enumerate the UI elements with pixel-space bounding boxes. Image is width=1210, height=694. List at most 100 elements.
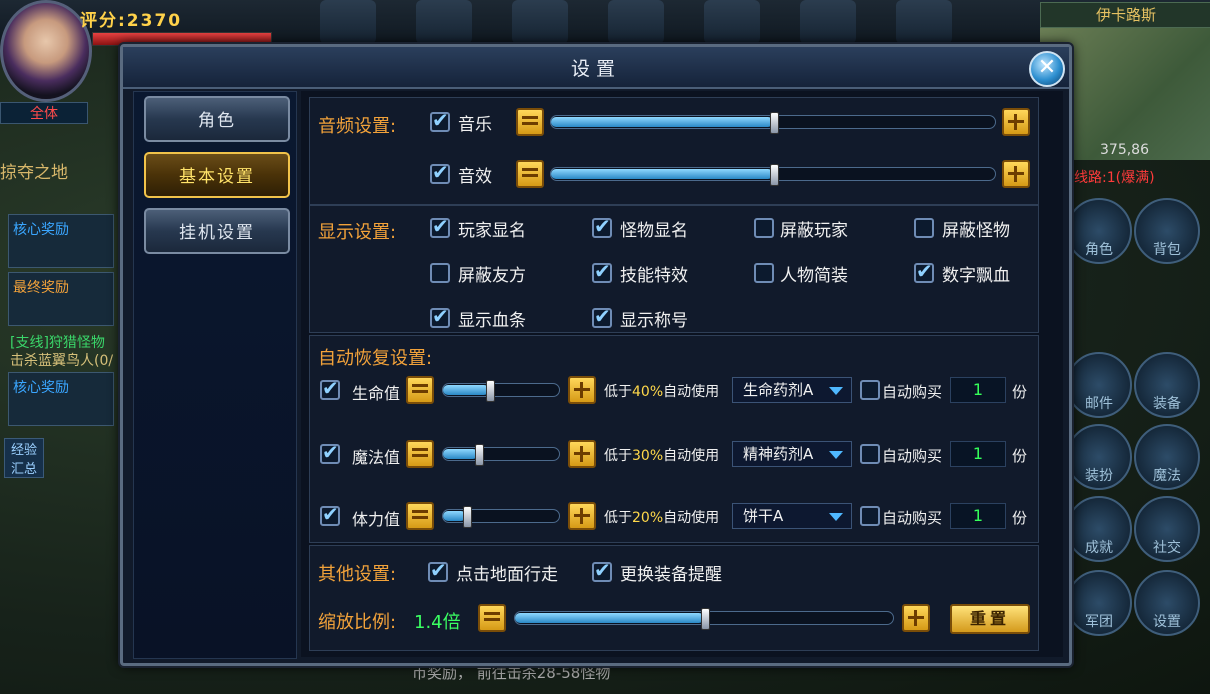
tab-character[interactable]: 角色 bbox=[144, 96, 290, 142]
side-button-social[interactable]: 社交 bbox=[1134, 496, 1200, 562]
stamina-threshold-decrease-button[interactable] bbox=[406, 502, 434, 530]
mp-buy-quantity-input[interactable]: 1 bbox=[950, 441, 1006, 467]
stamina-food-select[interactable]: 饼干A bbox=[732, 503, 852, 529]
music-checkbox[interactable] bbox=[430, 108, 450, 132]
audio-section-title: 音频设置: bbox=[318, 116, 397, 137]
side-button-magic[interactable]: 魔法 bbox=[1134, 424, 1200, 490]
skill-icon[interactable] bbox=[320, 0, 376, 44]
side-button-character[interactable]: 角色 bbox=[1066, 198, 1132, 264]
stamina-threshold-handle[interactable] bbox=[463, 506, 473, 528]
skill-effects-checkbox[interactable] bbox=[592, 259, 612, 283]
music-label: 音乐 bbox=[458, 115, 492, 135]
stamina-auto-buy-checkbox[interactable] bbox=[860, 506, 880, 526]
show-monster-names-checkbox[interactable] bbox=[592, 214, 612, 238]
server-line-status[interactable]: 线路:1(爆满) bbox=[1074, 167, 1155, 187]
skill-icon[interactable] bbox=[800, 0, 856, 44]
mp-threshold-slider[interactable] bbox=[442, 444, 560, 466]
hide-players-checkbox[interactable] bbox=[754, 218, 774, 238]
stamina-threshold-increase-button[interactable] bbox=[568, 502, 596, 530]
coordinate-readout: 375,86 bbox=[1100, 142, 1149, 158]
dialog-titlebar: 设置 ✕ bbox=[123, 47, 1069, 89]
show-title-checkbox[interactable] bbox=[592, 304, 612, 328]
player-avatar[interactable] bbox=[0, 0, 92, 102]
side-button-outfit[interactable]: 装扮 bbox=[1066, 424, 1132, 490]
music-volume-slider[interactable] bbox=[550, 112, 996, 134]
hp-recover-checkbox[interactable] bbox=[320, 376, 340, 400]
tab-basic-settings[interactable]: 基本设置 bbox=[144, 152, 290, 198]
hide-monsters-label: 屏蔽怪物 bbox=[942, 221, 1010, 241]
quest-reward-core[interactable]: 核心奖励 bbox=[8, 372, 114, 426]
settings-tab-panel: 角色 基本设置 挂机设置 bbox=[133, 91, 297, 659]
hp-threshold-fill bbox=[443, 385, 490, 395]
zoom-handle[interactable] bbox=[701, 608, 710, 630]
mp-threshold-increase-button[interactable] bbox=[568, 440, 596, 468]
hp-threshold-increase-button[interactable] bbox=[568, 376, 596, 404]
music-increase-button[interactable] bbox=[1002, 108, 1030, 136]
sfx-decrease-button[interactable] bbox=[516, 160, 544, 188]
map-name: 伊卡路斯 bbox=[1040, 2, 1210, 28]
side-button-equip[interactable]: 装备 bbox=[1134, 352, 1200, 418]
stamina-threshold-slider[interactable] bbox=[442, 506, 560, 528]
display-section: 显示设置: 玩家显名 怪物显名 屏蔽玩家 屏蔽怪物 屏蔽友方 技能特效 人物简装… bbox=[309, 205, 1039, 333]
exp-summary-badge[interactable]: 经验汇总 bbox=[4, 438, 44, 478]
stamina-buy-quantity-input[interactable]: 1 bbox=[950, 503, 1006, 529]
side-button-achievement[interactable]: 成就 bbox=[1066, 496, 1132, 562]
show-player-names-label: 玩家显名 bbox=[458, 221, 526, 241]
quest-reward-core[interactable]: 核心奖励 bbox=[8, 214, 114, 268]
click-to-walk-label: 点击地面行走 bbox=[456, 565, 558, 585]
damage-numbers-checkbox[interactable] bbox=[914, 259, 934, 283]
equip-reminder-checkbox[interactable] bbox=[592, 558, 612, 582]
skill-icon[interactable] bbox=[704, 0, 760, 44]
music-decrease-button[interactable] bbox=[516, 108, 544, 136]
show-hp-bar-label: 显示血条 bbox=[458, 311, 526, 331]
sfx-checkbox[interactable] bbox=[430, 160, 450, 184]
zoom-increase-button[interactable] bbox=[902, 604, 930, 632]
side-button-settings[interactable]: 设置 bbox=[1134, 570, 1200, 636]
show-player-names-checkbox[interactable] bbox=[430, 214, 450, 238]
mp-potion-select[interactable]: 精神药剂A bbox=[732, 441, 852, 467]
sfx-increase-button[interactable] bbox=[1002, 160, 1030, 188]
hp-potion-select[interactable]: 生命药剂A bbox=[732, 377, 852, 403]
skill-icon[interactable] bbox=[608, 0, 664, 44]
close-icon[interactable]: ✕ bbox=[1029, 51, 1065, 87]
mp-threshold-handle[interactable] bbox=[474, 444, 484, 466]
side-button-bag[interactable]: 背包 bbox=[1134, 198, 1200, 264]
quest-reward-final[interactable]: 最终奖励 bbox=[8, 272, 114, 326]
zoom-slider[interactable] bbox=[514, 608, 894, 630]
tab-auto-settings[interactable]: 挂机设置 bbox=[144, 208, 290, 254]
skill-icon[interactable] bbox=[512, 0, 568, 44]
sfx-volume-slider[interactable] bbox=[550, 164, 996, 186]
hp-buy-quantity-input[interactable]: 1 bbox=[950, 377, 1006, 403]
reset-button[interactable]: 重置 bbox=[950, 604, 1030, 634]
stamina-recover-checkbox[interactable] bbox=[320, 502, 340, 526]
zoom-decrease-button[interactable] bbox=[478, 604, 506, 632]
mp-threshold-decrease-button[interactable] bbox=[406, 440, 434, 468]
hp-threshold-text: 低于40%自动使用 bbox=[604, 384, 720, 400]
mp-buy-unit: 份 bbox=[1012, 447, 1028, 465]
click-to-walk-checkbox[interactable] bbox=[428, 558, 448, 582]
hp-threshold-handle[interactable] bbox=[486, 380, 496, 402]
show-hp-bar-checkbox[interactable] bbox=[430, 304, 450, 328]
simple-outfit-checkbox[interactable] bbox=[754, 263, 774, 283]
chevron-down-icon bbox=[829, 387, 843, 395]
hp-threshold-decrease-button[interactable] bbox=[406, 376, 434, 404]
music-volume-handle[interactable] bbox=[770, 112, 779, 134]
side-button-mail[interactable]: 邮件 bbox=[1066, 352, 1132, 418]
sfx-volume-handle[interactable] bbox=[770, 164, 779, 186]
zone-name: 掠夺之地 bbox=[0, 163, 68, 183]
quest-tracker-title[interactable]: [支线]狩猎怪物 bbox=[10, 332, 105, 352]
skill-icon[interactable] bbox=[416, 0, 472, 44]
mp-recover-checkbox[interactable] bbox=[320, 440, 340, 464]
mp-recover-label: 魔法值 bbox=[352, 448, 401, 467]
quest-tracker-objective[interactable]: 击杀蓝翼鸟人(0/ bbox=[10, 350, 113, 370]
audio-section: 音频设置: 音乐 音效 bbox=[309, 97, 1039, 205]
target-mode-select[interactable]: 全体 bbox=[0, 102, 88, 124]
hide-monsters-checkbox[interactable] bbox=[914, 218, 934, 238]
mp-auto-buy-checkbox[interactable] bbox=[860, 444, 880, 464]
mp-auto-buy-label: 自动购买 bbox=[882, 447, 943, 465]
hide-allies-checkbox[interactable] bbox=[430, 263, 450, 283]
skill-icon[interactable] bbox=[896, 0, 952, 44]
side-button-guild[interactable]: 军团 bbox=[1066, 570, 1132, 636]
hp-auto-buy-checkbox[interactable] bbox=[860, 380, 880, 400]
hp-threshold-slider[interactable] bbox=[442, 380, 560, 402]
